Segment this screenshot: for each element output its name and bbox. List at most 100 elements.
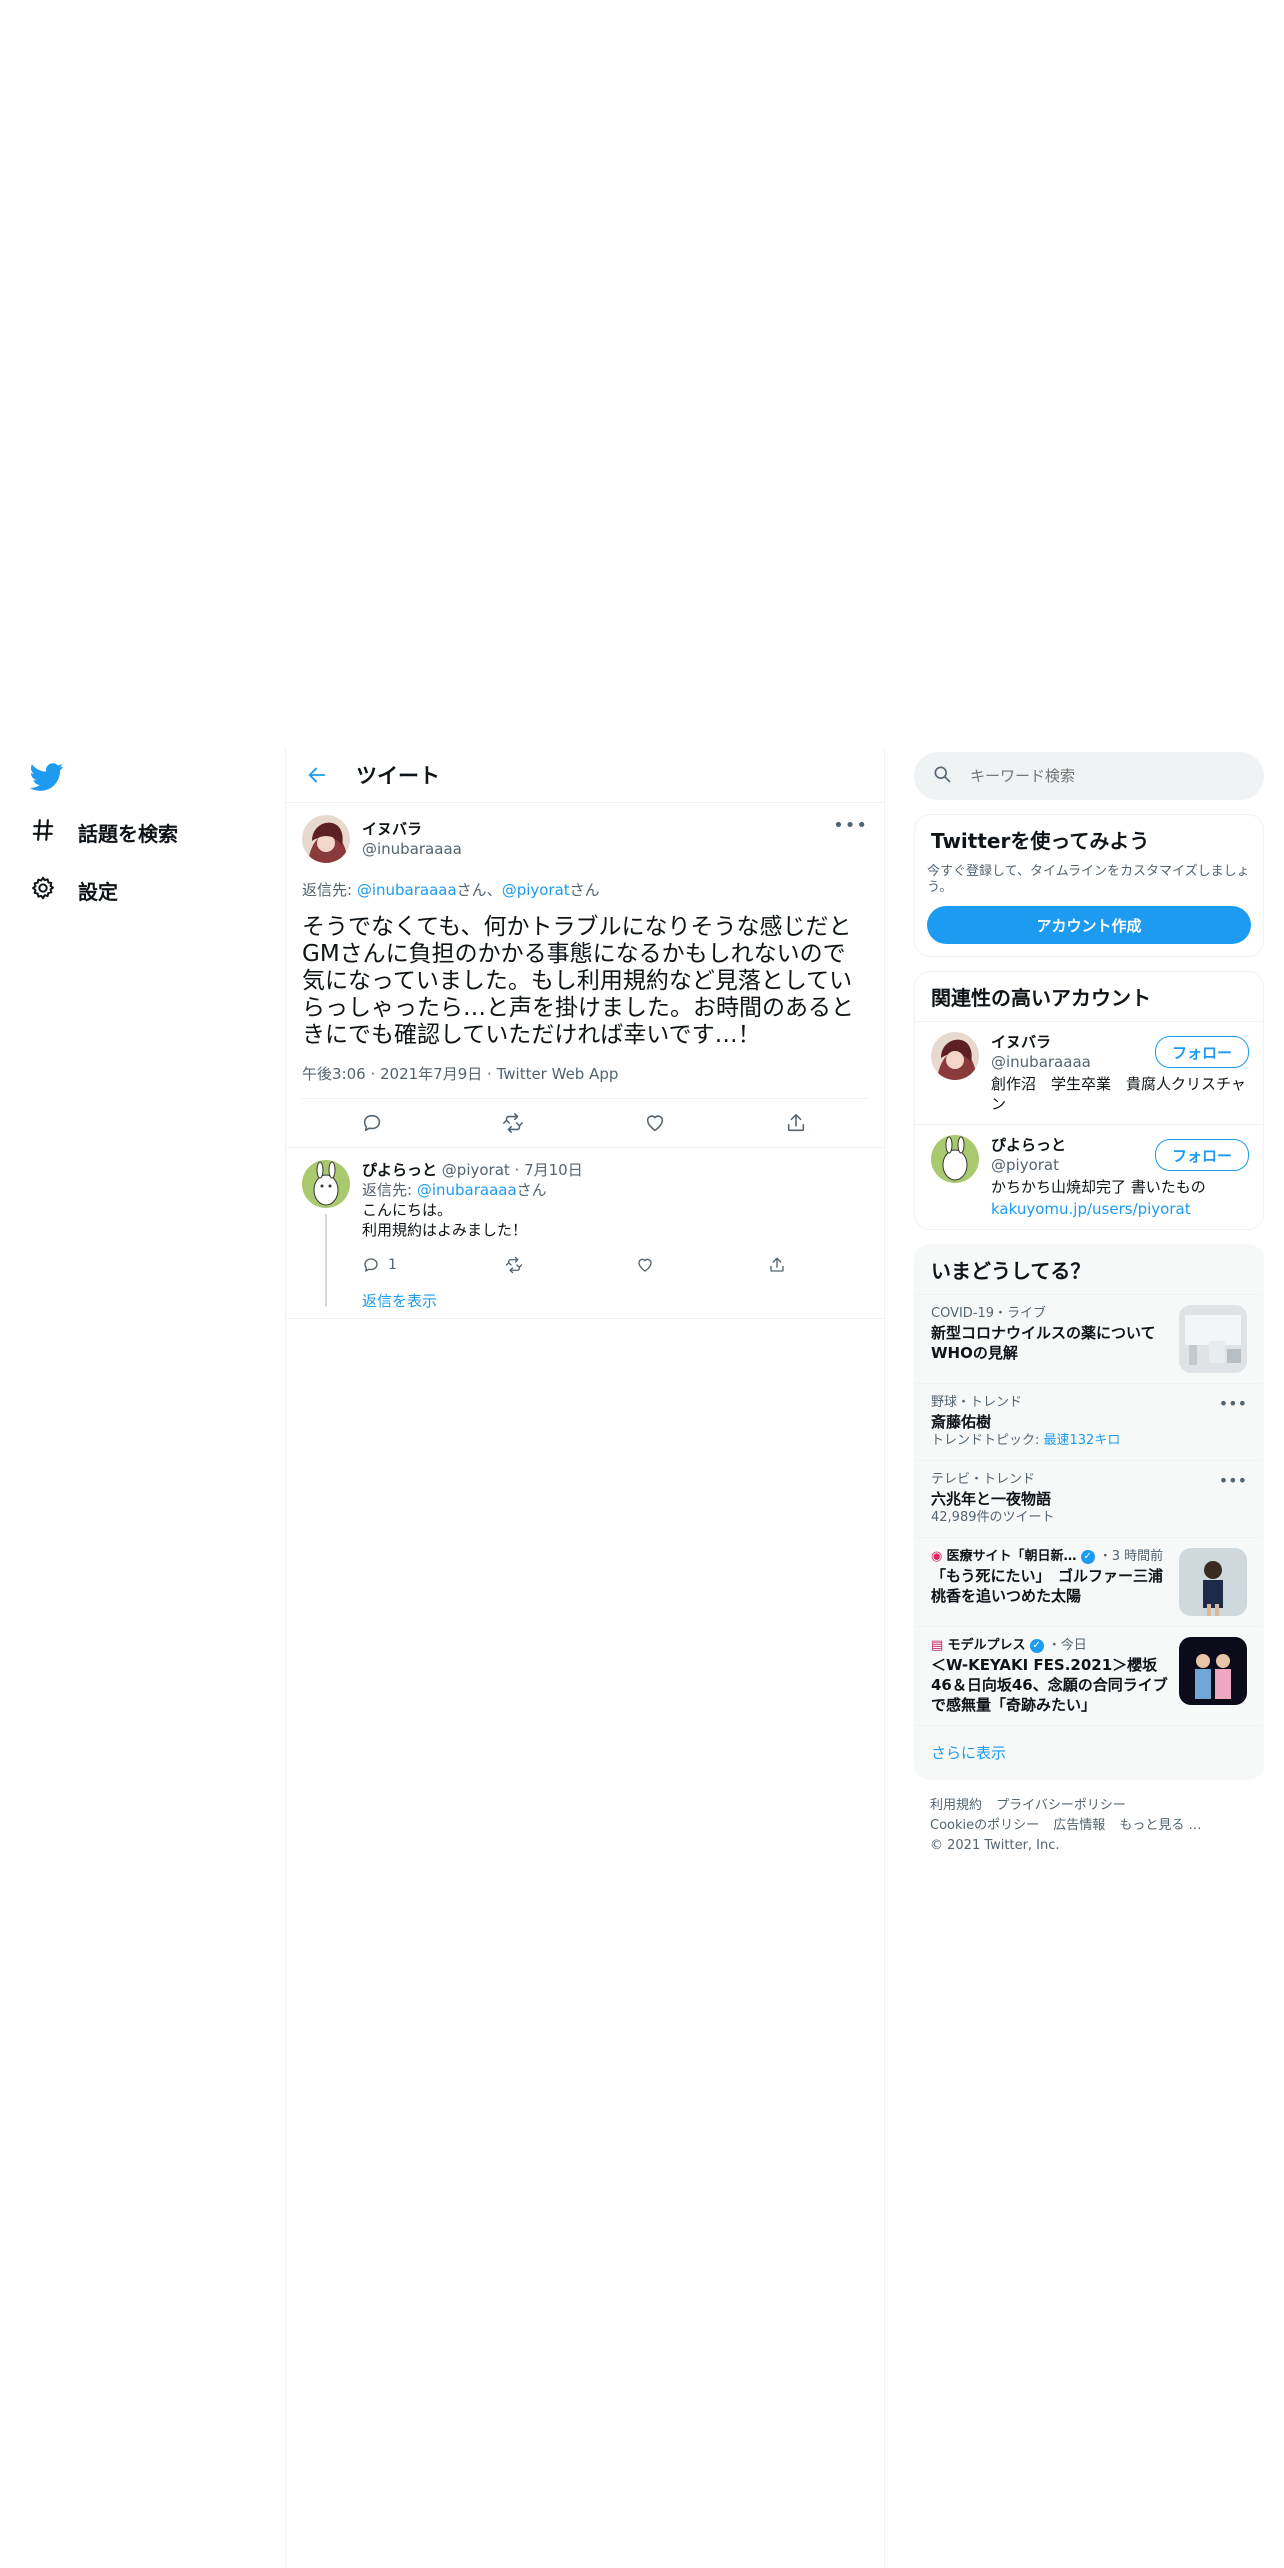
footer-link-privacy[interactable]: プライバシーポリシー bbox=[996, 1798, 1126, 1813]
reply-tweet[interactable]: ぴよらっと @piyorat · 7月10日 返信先: @inubaraaaaさ… bbox=[286, 1148, 884, 1319]
footer-link-cookie[interactable]: Cookieのポリシー bbox=[930, 1818, 1039, 1833]
like-icon[interactable] bbox=[644, 1111, 668, 1135]
reply-header: ぴよらっと @piyorat · 7月10日 bbox=[362, 1161, 583, 1179]
search-icon bbox=[914, 764, 952, 788]
main-header: ツイート bbox=[286, 748, 884, 803]
tweet-time[interactable]: 午後3:06 bbox=[302, 1065, 366, 1083]
trend-item[interactable]: ◉ 医療サイト「朝日新… ✓ ・3 時間前 「もう死にたい」 ゴルファー三浦桃香… bbox=[915, 1537, 1263, 1626]
trends-card: いまどうしてる？ COVID-19・ライブ 新型コロナウイルスの薬について WH… bbox=[914, 1244, 1264, 1780]
trend-item[interactable]: ▤ モデルプレス ✓ ・今日 ＜W-KEYAKI FES.2021＞櫻坂46＆日… bbox=[915, 1626, 1263, 1725]
show-replies-link[interactable]: 返信を表示 bbox=[362, 1290, 437, 1311]
trend-source-line: ▤ モデルプレス ✓ ・今日 bbox=[931, 1637, 1171, 1655]
verified-icon: ✓ bbox=[1080, 1549, 1095, 1564]
trend-item[interactable]: テレビ・トレンド 六兆年と一夜物語 42,989件のツイート ••• bbox=[915, 1460, 1263, 1537]
twitter-logo-icon[interactable] bbox=[29, 760, 64, 794]
account-item[interactable]: ぴよらっと @piyorat かちかち山焼却完了 書いたもの kakuyomu.… bbox=[915, 1124, 1263, 1229]
reply-button[interactable]: 1 bbox=[362, 1253, 397, 1277]
trend-item[interactable]: COVID-19・ライブ 新型コロナウイルスの薬について WHOの見解 bbox=[915, 1294, 1263, 1383]
more-options-icon[interactable]: ••• bbox=[1219, 1471, 1247, 1490]
trend-thumbnail bbox=[1179, 1637, 1247, 1705]
trend-category: テレビ・トレンド bbox=[931, 1472, 1036, 1487]
trend-topic-link[interactable]: 最速132キロ bbox=[1044, 1433, 1121, 1448]
tweet-source: Twitter Web App bbox=[496, 1065, 619, 1083]
reply-icon[interactable] bbox=[361, 1111, 385, 1135]
hashtag-icon bbox=[30, 817, 56, 848]
nav-explore[interactable]: 話題を検索 bbox=[30, 812, 178, 852]
source-icon: ◉ bbox=[931, 1549, 943, 1564]
search-box[interactable] bbox=[914, 752, 1264, 800]
reply-to-suffix: さん bbox=[516, 1181, 547, 1199]
reply-to-separator: さん、 bbox=[456, 881, 502, 899]
nav-settings[interactable]: 設定 bbox=[30, 870, 118, 910]
source-icon: ▤ bbox=[931, 1638, 944, 1653]
author-name[interactable]: イヌバラ bbox=[362, 819, 462, 839]
share-icon[interactable] bbox=[768, 1253, 792, 1277]
trend-item[interactable]: 野球・トレンド 斎藤佑樹 トレンドトピック: 最速132キロ ••• bbox=[915, 1383, 1263, 1460]
thread-line bbox=[325, 1214, 327, 1306]
right-sidebar: Twitterを使ってみよう 今すぐ登録して、タイムラインをカスタマイズしましょ… bbox=[914, 752, 1264, 1872]
like-icon[interactable] bbox=[636, 1253, 660, 1277]
trend-source: モデルプレス bbox=[947, 1638, 1026, 1653]
trend-category: COVID-19・ライブ bbox=[931, 1306, 1047, 1321]
verified-icon: ✓ bbox=[1029, 1638, 1044, 1653]
avatar[interactable] bbox=[302, 815, 350, 863]
footer-link-ads[interactable]: 広告情報 bbox=[1053, 1818, 1105, 1833]
reply-to-prefix: 返信先: bbox=[362, 1181, 417, 1199]
account-item[interactable]: イヌバラ @inubaraaaa 創作沼 学生卒業 貴腐人クリスチャン フォロー bbox=[915, 1021, 1263, 1124]
tweet-date[interactable]: 2021年7月9日 bbox=[380, 1065, 482, 1083]
reply-text-line: こんにちは。 bbox=[362, 1201, 453, 1219]
trend-title: 新型コロナウイルスの薬について WHOの見解 bbox=[931, 1324, 1156, 1362]
reply-author-handle[interactable]: @piyorat bbox=[442, 1161, 510, 1179]
create-account-button[interactable]: アカウント作成 bbox=[927, 906, 1251, 944]
trend-source: 医療サイト「朝日新… bbox=[946, 1549, 1077, 1564]
more-options-icon[interactable]: ••• bbox=[833, 815, 868, 836]
trends-title: いまどうしてる？ bbox=[931, 1259, 1091, 1283]
follow-button[interactable]: フォロー bbox=[1154, 1036, 1249, 1068]
reply-to-user-link[interactable]: @inubaraaaa bbox=[357, 881, 457, 899]
more-options-icon[interactable]: ••• bbox=[1219, 1394, 1247, 1413]
trend-title: 「もう死にたい」 ゴルファー三浦桃香を追いつめた太陽 bbox=[931, 1567, 1164, 1605]
reply-date[interactable]: 7月10日 bbox=[524, 1161, 583, 1179]
search-input[interactable] bbox=[968, 766, 1232, 786]
avatar[interactable] bbox=[931, 1032, 979, 1080]
tweet-text: そうでなくても、何かトラブルになりそうな感じだとGMさんに負担のかかる事態になる… bbox=[302, 914, 854, 1048]
back-arrow-icon[interactable] bbox=[306, 764, 328, 786]
left-navigation: 話題を検索 設定 bbox=[0, 748, 285, 2568]
avatar[interactable] bbox=[302, 1160, 350, 1208]
reply-to-line: 返信先: @inubaraaaaさん、@piyoratさん bbox=[302, 879, 868, 900]
reply-to-prefix: 返信先: bbox=[302, 881, 357, 899]
share-icon[interactable] bbox=[785, 1111, 809, 1135]
retweet-icon[interactable] bbox=[505, 1253, 529, 1277]
retweet-icon[interactable] bbox=[502, 1111, 526, 1135]
trend-time: ・今日 bbox=[1047, 1638, 1087, 1653]
gear-icon bbox=[30, 875, 56, 906]
reply-actions: 1 bbox=[362, 1248, 792, 1282]
trend-title: ＜W-KEYAKI FES.2021＞櫻坂46＆日向坂46、念願の合同ライブで感… bbox=[931, 1656, 1168, 1714]
author-handle[interactable]: @inubaraaaa bbox=[362, 839, 462, 859]
trend-thumbnail bbox=[1179, 1548, 1247, 1616]
page-title: ツイート bbox=[356, 764, 440, 788]
account-bio: かちかち山焼却完了 書いたもの bbox=[991, 1178, 1206, 1196]
signup-card: Twitterを使ってみよう 今すぐ登録して、タイムラインをカスタマイズしましょ… bbox=[914, 814, 1264, 957]
reply-to-suffix: さん bbox=[569, 881, 600, 899]
avatar[interactable] bbox=[931, 1135, 979, 1183]
show-replies-row: ··· 返信を表示 bbox=[302, 1282, 868, 1318]
reply-to-user-link[interactable]: @piyorat bbox=[502, 881, 570, 899]
trend-subtitle: トレンドトピック: 最速132キロ bbox=[931, 1433, 1121, 1448]
signup-title: Twitterを使ってみよう bbox=[931, 829, 1150, 853]
trend-title: 斎藤佑樹 bbox=[931, 1413, 992, 1431]
trend-category: 野球・トレンド bbox=[931, 1395, 1023, 1410]
account-link[interactable]: kakuyomu.jp/users/piyorat bbox=[991, 1199, 1247, 1219]
signup-description: 今すぐ登録して、タイムラインをカスタマイズしましょう。 bbox=[927, 864, 1250, 895]
tweet-timestamp: 午後3:06 · 2021年7月9日 · Twitter Web App bbox=[302, 1063, 868, 1099]
show-more-link[interactable]: さらに表示 bbox=[915, 1725, 1263, 1779]
column-divider bbox=[884, 748, 885, 2568]
copyright: © 2021 Twitter, Inc. bbox=[930, 1838, 1060, 1853]
main-column: ツイート イヌバラ @inubaraaaa ••• 返信先: @inubaraa… bbox=[286, 748, 884, 2568]
footer-link-more[interactable]: もっと見る … bbox=[1119, 1818, 1201, 1833]
footer: 利用規約 プライバシーポリシー Cookieのポリシー 広告情報 もっと見る …… bbox=[914, 1780, 1264, 1872]
reply-to-user-link[interactable]: @inubaraaaa bbox=[417, 1181, 517, 1199]
follow-button[interactable]: フォロー bbox=[1154, 1139, 1249, 1171]
reply-author-name[interactable]: ぴよらっと bbox=[362, 1161, 437, 1179]
footer-link-terms[interactable]: 利用規約 bbox=[930, 1798, 982, 1813]
